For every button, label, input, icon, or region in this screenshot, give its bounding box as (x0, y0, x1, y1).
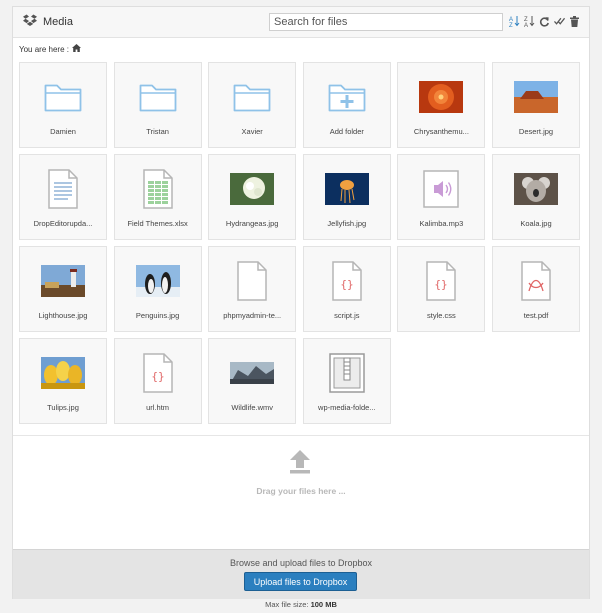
upload-arrow-icon (289, 450, 311, 479)
file-name: url.htm (146, 403, 170, 412)
add-folder-button[interactable]: Add folder (302, 62, 391, 148)
dropzone-text: Drag your files here ... (256, 486, 346, 496)
file-tile[interactable]: Tulips.jpg (19, 338, 107, 424)
file-name: Penguins.jpg (135, 311, 180, 320)
file-name: style.css (427, 311, 456, 320)
file-tile[interactable]: Xavier (208, 62, 297, 148)
file-tile[interactable]: test.pdf (492, 246, 580, 332)
file-name: Jellyfish.jpg (327, 219, 367, 228)
file-name: Damien (50, 127, 76, 136)
file-tile[interactable]: Jellyfish.jpg (302, 154, 391, 240)
file-name: Tristan (146, 127, 169, 136)
sort-za-icon[interactable]: ZA (524, 15, 535, 27)
image-thumbnail (209, 167, 295, 211)
brand: Media (23, 14, 73, 30)
folder-icon (20, 75, 106, 119)
code-file-icon: {} (304, 259, 390, 303)
file-tile[interactable]: DropEditorupda... (19, 154, 107, 240)
code-file-icon: {} (398, 259, 484, 303)
file-tile[interactable]: Wildlife.wmv (208, 338, 297, 424)
archive-file-icon (304, 351, 390, 395)
header-bar: Media AZ ZA (13, 7, 589, 38)
file-tile[interactable]: Hydrangeas.jpg (208, 154, 297, 240)
add-folder-icon (304, 75, 390, 119)
trash-icon[interactable] (569, 15, 580, 27)
image-thumbnail (20, 259, 106, 303)
pdf-file-icon (493, 259, 579, 303)
image-thumbnail (493, 75, 579, 119)
file-tile[interactable]: Damien (19, 62, 107, 148)
svg-text:A: A (524, 23, 528, 27)
refresh-icon[interactable] (539, 15, 550, 27)
file-name: Field Themes.xlsx (127, 219, 188, 228)
home-icon[interactable] (71, 44, 81, 54)
svg-text:{}: {} (435, 278, 448, 291)
file-tile[interactable]: {} style.css (397, 246, 486, 332)
image-thumbnail (20, 351, 106, 395)
file-tile[interactable]: Kalimba.mp3 (397, 154, 486, 240)
media-manager: Media AZ ZA You are here : Damien (12, 6, 590, 599)
dropzone[interactable]: Drag your files here ... (13, 435, 589, 550)
file-name: script.js (334, 311, 360, 320)
file-name: Koala.jpg (520, 219, 552, 228)
file-name: test.pdf (523, 311, 549, 320)
breadcrumb: You are here : (19, 44, 81, 54)
file-name: Kalimba.mp3 (419, 219, 464, 228)
file-tile[interactable]: Penguins.jpg (113, 246, 202, 332)
toolbar: AZ ZA (509, 15, 580, 27)
image-thumbnail (493, 167, 579, 211)
image-thumbnail (398, 75, 484, 119)
folder-icon (115, 75, 201, 119)
upload-text: Browse and upload files to Dropbox (229, 558, 373, 568)
file-tile[interactable]: wp-media-folde... (302, 338, 391, 424)
file-tile[interactable]: Chrysanthemu... (397, 62, 486, 148)
svg-text:Z: Z (509, 23, 513, 27)
breadcrumb-label: You are here : (19, 44, 69, 54)
svg-text:{}: {} (340, 278, 353, 291)
folder-icon (209, 75, 295, 119)
image-thumbnail (304, 167, 390, 211)
file-name: Tulips.jpg (47, 403, 79, 412)
audio-file-icon (398, 167, 484, 211)
file-name: Xavier (241, 127, 263, 136)
max-file-size-value: 100 MB (310, 600, 337, 609)
max-file-size-label: Max file size: (265, 600, 309, 609)
file-tile[interactable]: {} script.js (302, 246, 391, 332)
code-file-icon: {} (115, 351, 201, 395)
sort-az-icon[interactable]: AZ (509, 15, 520, 27)
file-tile[interactable]: Tristan (113, 62, 202, 148)
max-file-size: Max file size: 100 MB (0, 600, 602, 609)
file-tile[interactable]: {} url.htm (113, 338, 202, 424)
file-tile[interactable]: phpmyadmin-te... (208, 246, 297, 332)
image-thumbnail (115, 259, 201, 303)
file-tile[interactable]: Lighthouse.jpg (19, 246, 107, 332)
upload-panel: Browse and upload files to Dropbox Uploa… (13, 549, 589, 599)
file-name: Chrysanthemu... (413, 127, 469, 136)
file-name: wp-media-folde... (318, 403, 376, 412)
video-thumbnail (209, 351, 295, 395)
spreadsheet-icon (115, 167, 201, 211)
file-name: Wildlife.wmv (231, 403, 274, 412)
app-title: Media (43, 16, 73, 28)
file-tile[interactable]: Koala.jpg (492, 154, 580, 240)
file-tile[interactable]: Field Themes.xlsx (113, 154, 202, 240)
file-tile[interactable]: Desert.jpg (492, 62, 580, 148)
file-name: DropEditorupda... (33, 219, 93, 228)
file-name: Lighthouse.jpg (38, 311, 88, 320)
search-input[interactable] (269, 13, 503, 31)
document-icon (20, 167, 106, 211)
select-all-icon[interactable] (554, 15, 565, 27)
dropbox-icon (23, 14, 37, 30)
file-icon (209, 259, 295, 303)
file-name: Hydrangeas.jpg (225, 219, 279, 228)
file-name: Add folder (329, 127, 364, 136)
file-name: phpmyadmin-te... (223, 311, 282, 320)
svg-text:{}: {} (151, 370, 164, 383)
file-name: Desert.jpg (518, 127, 554, 136)
upload-button[interactable]: Upload files to Dropbox (244, 572, 357, 591)
